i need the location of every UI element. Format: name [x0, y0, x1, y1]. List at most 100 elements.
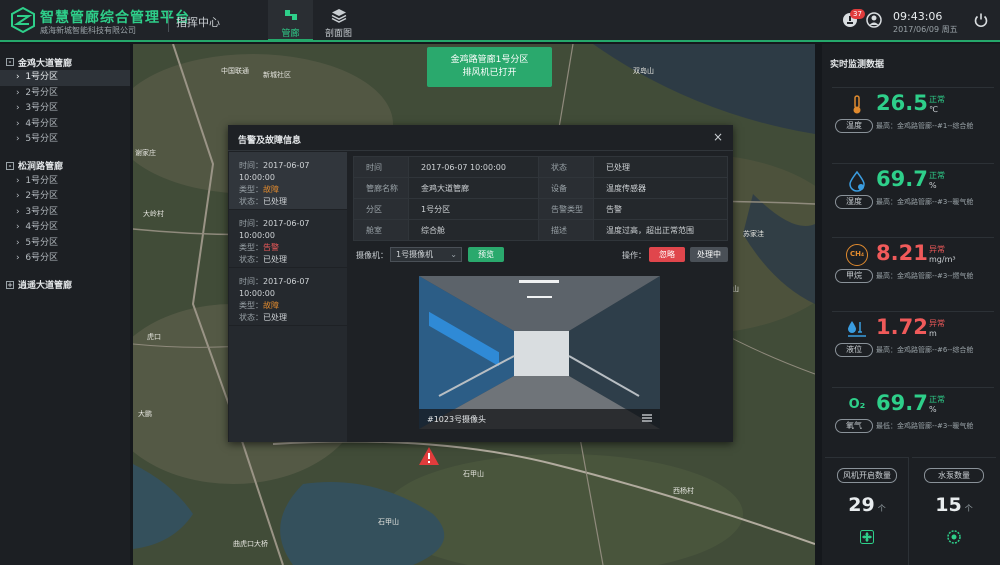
metric-temperature: 温度 26.5 正常 ℃ 最高：金鸡路管廊--#1--综合舱: [832, 87, 994, 147]
pump-count-value: 15 个: [912, 494, 996, 516]
sidebar-item-label: 4号分区: [25, 222, 59, 232]
pump-count-unit: 个: [964, 504, 973, 513]
clock-time: 09:43:06: [893, 10, 943, 23]
sidebar-item[interactable]: › 1号分区: [0, 70, 130, 86]
metric-status: 正常: [929, 395, 945, 404]
pump-count-number: 15: [935, 494, 962, 516]
sidebar-item[interactable]: › 5号分区: [0, 236, 130, 252]
sidebar-item-label: 2号分区: [25, 87, 59, 98]
sidebar-group-title[interactable]: - 松涧路管廊: [0, 158, 130, 174]
layers-icon: [331, 9, 346, 23]
metric-label: 氧气: [835, 419, 873, 433]
sidebar-item[interactable]: › 4号分区: [0, 117, 130, 133]
power-icon[interactable]: [973, 12, 989, 28]
processing-button[interactable]: 处理中: [690, 247, 728, 262]
sidebar-item[interactable]: › 1号分区: [0, 174, 130, 190]
camera-selected-value: 1号摄像机: [396, 250, 434, 259]
detail-key: 状态: [537, 156, 594, 178]
detail-key: 描述: [537, 219, 594, 241]
field-label: 时间：: [239, 219, 263, 228]
sidebar-group: + 逍遥大道管廊: [0, 277, 130, 293]
alarm-status: 已处理: [263, 197, 287, 206]
field-label: 类型：: [239, 185, 263, 194]
metric-methane: CH₄ 甲烷 8.21 异常 mg/m³ 最高：金鸡路管廊--#3--燃气舱: [832, 237, 994, 297]
tunnel-video-frame: [419, 276, 660, 429]
group-label: 金鸡大道管廊: [18, 58, 73, 69]
field-label: 状态：: [239, 197, 263, 206]
collapse-toggle-icon[interactable]: -: [6, 161, 14, 170]
alarm-list-item[interactable]: 时间：2017-06-07 10:00:00 类型：故障 状态：已处理: [229, 268, 347, 326]
alarm-list-item[interactable]: 时间：2017-06-07 10:00:00 类型：告警 状态：已处理: [229, 210, 347, 268]
pump-icon: [947, 530, 961, 544]
map-label: 石甲山: [378, 518, 399, 526]
metric-water-level: 液位 1.72 异常 m 最高：金鸡路管廊--#6--综合舱: [832, 311, 994, 371]
menu-icon[interactable]: [642, 413, 652, 423]
methane-icon: CH₄: [846, 244, 868, 266]
preview-button[interactable]: 预览: [468, 247, 504, 262]
table-row: 管廊名称 金鸡大道管廊 设备 温度传感器: [353, 177, 729, 199]
sidebar-item-label: 5号分区: [25, 134, 59, 144]
map-label: 曲虎口大桥: [233, 540, 268, 548]
metric-value: 1.72: [876, 315, 928, 339]
video-caption: #1023号摄像头: [427, 415, 487, 424]
fan-count-value: 29 个: [825, 494, 909, 516]
brand-subtitle: 威海新城智能科技有限公司: [40, 26, 136, 35]
collapse-toggle-icon[interactable]: -: [6, 58, 14, 66]
operation-label: 操作：: [622, 251, 646, 260]
metric-unit: ℃: [929, 105, 938, 114]
sidebar-item[interactable]: › 2号分区: [0, 86, 130, 102]
map-label: 石甲山: [463, 470, 484, 478]
sidebar-item[interactable]: › 6号分区: [0, 251, 130, 267]
alarm-list-item[interactable]: 时间：2017-06-07 10:00:00 类型：故障 状态：已处理: [229, 152, 347, 210]
tab-section-view[interactable]: 剖面图: [316, 0, 361, 42]
ignore-button[interactable]: 忽略: [649, 247, 685, 262]
metric-label: 液位: [835, 343, 873, 357]
detail-key: 舱室: [353, 219, 409, 241]
alarm-list: 时间：2017-06-07 10:00:00 类型：故障 状态：已处理 时间：2…: [229, 152, 347, 442]
command-center-label[interactable]: 指挥中心: [176, 14, 220, 30]
field-label: 状态：: [239, 313, 263, 322]
metric-status: 异常: [929, 245, 945, 254]
metric-value: 69.7: [876, 167, 928, 191]
sidebar-item-label: 6号分区: [25, 253, 59, 263]
sidebar-group-title[interactable]: + 逍遥大道管廊: [0, 277, 130, 293]
map-label: 大鹏: [138, 410, 152, 418]
notification-badge: 37: [850, 9, 865, 19]
camera-video-feed[interactable]: #1023号摄像头: [419, 276, 660, 429]
map-label: 虎口: [147, 333, 161, 341]
map-label: 新城社区: [263, 71, 291, 79]
close-icon[interactable]: ×: [713, 130, 723, 144]
camera-label: 摄像机：: [356, 251, 388, 260]
detail-value: 金鸡大道管廊: [408, 177, 539, 199]
sidebar-item[interactable]: › 4号分区: [0, 220, 130, 236]
sidebar-item[interactable]: › 3号分区: [0, 205, 130, 221]
metric-status: 正常: [929, 171, 945, 180]
logo-icon: [11, 7, 35, 33]
detail-key: 告警类型: [537, 198, 594, 220]
alarm-marker-icon[interactable]: [418, 446, 440, 466]
map-label: 中国联通: [221, 67, 249, 75]
metric-note: 最低：金鸡路管廊--#3--暖气舱: [876, 422, 974, 430]
expand-toggle-icon[interactable]: +: [6, 280, 14, 289]
sidebar-item-label: 3号分区: [25, 103, 59, 113]
metric-humidity: 湿度 69.7 正常 % 最高：金鸡路管廊--#3--暖气舱: [832, 163, 994, 223]
sidebar-item[interactable]: › 5号分区: [0, 132, 130, 148]
detail-value: 综合舱: [408, 219, 539, 241]
oxygen-icon-text: O₂: [848, 397, 866, 412]
dialog-title: 告警及故障信息: [238, 136, 302, 146]
chevron-down-icon: ⌄: [450, 250, 457, 259]
sidebar-item[interactable]: › 2号分区: [0, 189, 130, 205]
fan-count-label: 风机开启数量: [837, 468, 897, 483]
user-icon[interactable]: [866, 12, 882, 28]
detail-value: 2017-06-07 10:00:00: [408, 156, 539, 178]
tab-pipe-gallery[interactable]: 管廊: [268, 0, 313, 42]
metric-note: 最高：金鸡路管廊--#1--综合舱: [876, 122, 974, 130]
fan-count-unit: 个: [877, 504, 886, 513]
sidebar-item[interactable]: › 3号分区: [0, 101, 130, 117]
alarm-status: 已处理: [263, 313, 287, 322]
detail-key: 分区: [353, 198, 409, 220]
camera-select[interactable]: 1号摄像机 ⌄: [390, 247, 462, 262]
detail-value: 1号分区: [408, 198, 539, 220]
table-row: 分区 1号分区 告警类型 告警: [353, 198, 729, 220]
sidebar-group-title[interactable]: - 金鸡大道管廊: [0, 54, 130, 70]
